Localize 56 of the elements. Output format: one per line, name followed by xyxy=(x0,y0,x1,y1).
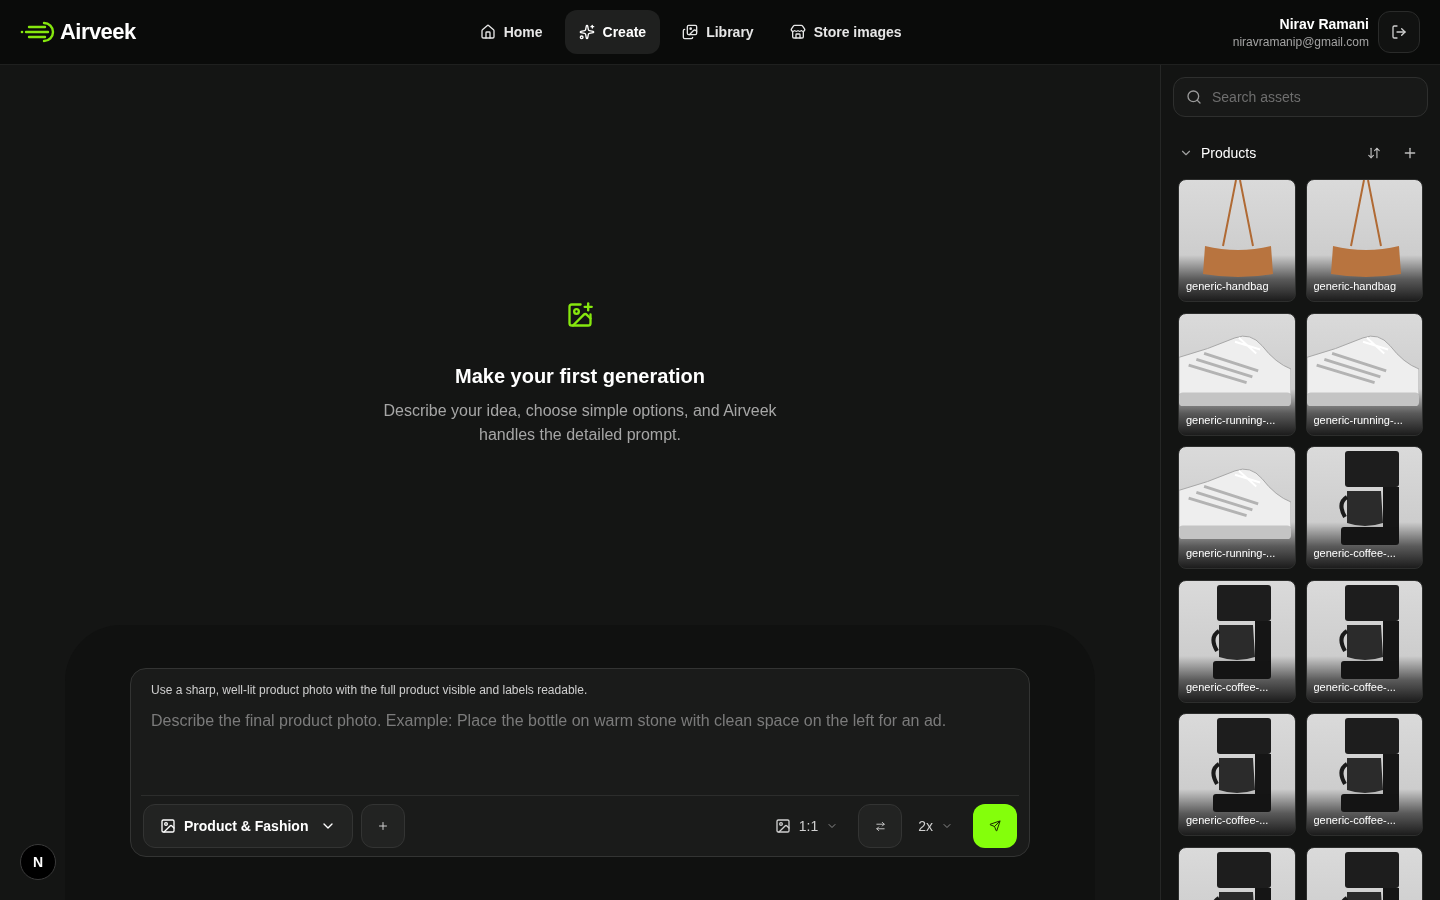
user-email: niravramanip@gmail.com xyxy=(1232,34,1369,50)
speed-ring-logo-icon xyxy=(20,20,56,44)
logout-icon xyxy=(1391,24,1407,40)
asset-tile[interactable]: generic-coffee-... xyxy=(1305,446,1423,569)
nav-tab[interactable]: Store images xyxy=(775,10,916,54)
nav-tab[interactable]: Create xyxy=(564,10,661,54)
search-icon xyxy=(1186,89,1202,105)
aspect-ratio-dropdown[interactable]: 1:1 xyxy=(766,804,847,848)
brand-name: Airveek xyxy=(60,21,136,43)
count-dropdown[interactable]: 2x xyxy=(910,804,961,848)
section-toggle[interactable]: Products xyxy=(1179,143,1257,163)
asset-tile[interactable]: generic-coffee-... xyxy=(1305,713,1423,836)
image-plus-icon xyxy=(566,301,594,329)
asset-label: generic-coffee-... xyxy=(1186,813,1269,827)
nav-tab[interactable]: Library xyxy=(668,10,768,54)
prompt-composer[interactable] xyxy=(130,668,1030,857)
asset-label: generic-coffee-... xyxy=(1313,813,1396,827)
house-icon xyxy=(479,24,496,40)
asset-label: generic-running-... xyxy=(1313,412,1403,427)
asset-label: generic-running-... xyxy=(1186,546,1276,560)
send-icon xyxy=(989,820,1001,832)
category-dropdown[interactable]: Product & Fashion xyxy=(143,804,354,848)
asset-label: generic-handbag xyxy=(1313,279,1397,293)
asset-tile[interactable]: generic-handbag xyxy=(1305,179,1423,302)
send-button[interactable] xyxy=(973,804,1017,848)
swap-arrows-icon xyxy=(874,820,886,832)
search-input[interactable]: Search assets xyxy=(1212,87,1415,107)
dev-tools-badge[interactable]: N xyxy=(20,844,56,880)
image-icon xyxy=(774,818,791,834)
sparkles-icon xyxy=(578,24,595,40)
logout-button[interactable] xyxy=(1378,11,1420,53)
asset-label: generic-running-... xyxy=(1186,412,1276,427)
asset-tile[interactable]: generic-coffee-... xyxy=(1178,713,1296,836)
nav-tab[interactable]: Home xyxy=(465,10,557,54)
asset-tile[interactable]: generic-running-... xyxy=(1178,446,1296,569)
asset-label: generic-coffee-... xyxy=(1313,679,1396,694)
asset-tile[interactable]: generic-running-... xyxy=(1305,312,1423,436)
pictures-icon xyxy=(682,24,699,40)
empty-state-description: Describe your idea, choose simple options, and Airveek handles the detailed prompt. xyxy=(382,401,778,445)
empty-state-title: Make your first generation xyxy=(454,364,706,389)
image-icon xyxy=(160,818,176,834)
prompt-hint: Use a sharp, well-lit product photo with the full product visible and labels readable. xyxy=(150,682,589,698)
asset-tile[interactable]: generic-handbag xyxy=(1178,179,1296,302)
plus-icon xyxy=(1402,145,1418,161)
search-field[interactable]: Search assets xyxy=(1173,77,1428,117)
asset-label: generic-coffee-... xyxy=(1186,679,1269,694)
user-name: Nirav Ramani xyxy=(1279,15,1369,34)
store-icon xyxy=(789,24,806,40)
asset-tile[interactable]: generic-coffee-... xyxy=(1305,579,1423,703)
asset-tile[interactable]: generic-running-... xyxy=(1178,312,1296,436)
asset-label: generic-coffee-... xyxy=(1313,546,1396,560)
asset-label: generic-handbag xyxy=(1186,279,1269,293)
prompt-input[interactable]: Describe the final product photo. Example: Place the bottle on warm stone with clean space on the left for an ad. xyxy=(151,709,1009,787)
asset-tile[interactable]: generic-coffee-... xyxy=(1178,579,1296,703)
plus-icon xyxy=(377,820,390,832)
sort-arrows-icon xyxy=(1367,146,1381,160)
